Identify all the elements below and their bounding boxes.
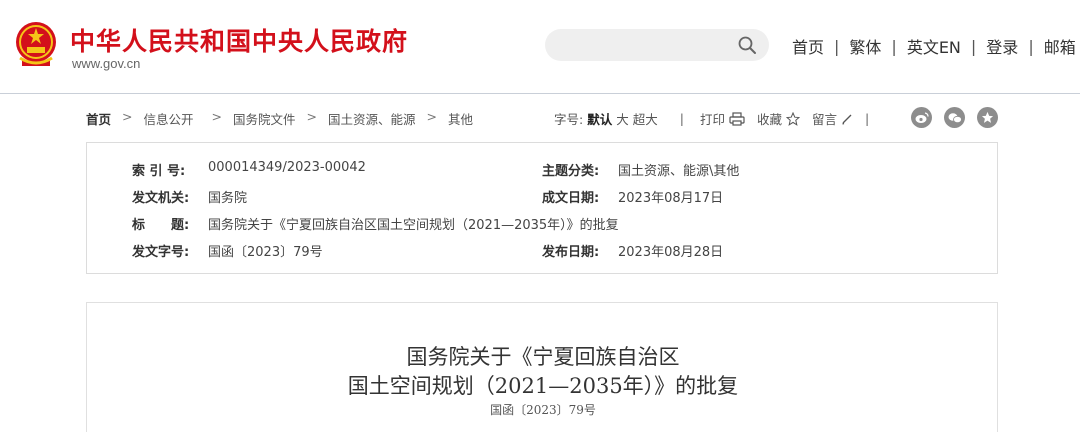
print-button[interactable]: 打印 [700,109,745,128]
title-label: 标 题: [132,218,190,233]
category-label: 主题分类: [542,164,600,179]
printer-icon [729,111,745,126]
info-date-written-row: 成文日期: 2023年08月17日 [542,187,723,206]
info-doc-no-row: 发文字号: 国函〔2023〕79号 [132,241,323,260]
article-title-line-1: 国务院关于《宁夏回族自治区 [406,345,680,369]
breadcrumb-info-public[interactable]: 信息公开 [144,109,194,128]
national-emblem-icon[interactable] [14,20,58,70]
tool-separator: | [865,111,870,126]
nav-separator: | [834,36,840,56]
nav-separator: | [1028,36,1034,56]
info-issuer-row: 发文机关: 国务院 [132,187,247,206]
issuer-label: 发文机关: [132,191,190,206]
breadcrumb-land-energy[interactable]: 国土资源、能源 [328,109,416,128]
font-size-default[interactable]: 默认 [587,109,612,128]
breadcrumb-home[interactable]: 首页 [86,109,111,128]
social-share [911,107,1010,128]
info-index-row: 索 引 号: 000014349/2023-00042 [132,160,366,179]
breadcrumb-other[interactable]: 其他 [448,109,473,128]
site-header: 中华人民共和国中央人民政府 www.gov.cn 首页 | 繁体 | 英文EN … [0,0,1080,94]
publish-label: 发布日期: [542,245,600,260]
index-value: 000014349/2023-00042 [208,160,366,175]
font-size-label: 字号: [554,112,584,127]
page-tools: 字号: 默认 大 超大 | 打印 收藏 留言 | [554,109,887,128]
index-label: 索 引 号: [132,164,186,179]
star-outline-icon [786,111,801,126]
chevron-right-icon: > [306,109,317,124]
nav-english[interactable]: 英文EN [907,34,961,58]
site-title[interactable]: 中华人民共和国中央人民政府 [70,22,408,58]
date-written-value: 2023年08月17日 [618,191,724,206]
search-icon[interactable] [737,35,757,55]
publish-value: 2023年08月28日 [618,245,724,260]
doc-no-label: 发文字号: [132,245,190,260]
top-nav: 首页 | 繁体 | 英文EN | 登录 | 邮箱 [792,34,1076,58]
site-domain: www.gov.cn [72,56,141,71]
date-written-label: 成文日期: [542,191,600,206]
favorite-button[interactable]: 收藏 [757,109,801,128]
doc-no-value: 国函〔2023〕79号 [208,245,323,260]
search-input[interactable] [559,35,729,55]
weibo-icon[interactable] [911,107,932,128]
breadcrumb: 首页 > 信息公开 > 国务院文件 > 国土资源、能源 > 其他 [86,109,473,128]
info-category-row: 主题分类: 国土资源、能源\其他 [542,160,739,179]
star-icon[interactable] [977,107,998,128]
favorite-label: 收藏 [757,112,783,127]
breadcrumb-state-council-docs[interactable]: 国务院文件 [233,109,296,128]
tool-separator: | [679,111,684,126]
category-value: 国土资源、能源\其他 [618,164,740,179]
info-publish-row: 发布日期: 2023年08月28日 [542,241,723,260]
nav-mail[interactable]: 邮箱 [1044,34,1076,58]
print-label: 打印 [699,112,725,127]
search-box[interactable] [545,29,769,61]
nav-traditional[interactable]: 繁体 [849,34,881,58]
nav-home[interactable]: 首页 [792,34,824,58]
nav-separator: | [970,36,977,56]
article-doc-number: 国函〔2023〕79号 [490,403,596,417]
font-size-xlarge[interactable]: 超大 [633,109,658,128]
issuer-value: 国务院 [208,191,248,206]
nav-login[interactable]: 登录 [986,34,1018,58]
wechat-icon[interactable] [944,107,965,128]
chevron-right-icon: > [426,109,437,124]
comment-label: 留言 [812,112,838,127]
comment-button[interactable]: 留言 [812,109,853,128]
document-info-box: 索 引 号: 000014349/2023-00042 主题分类: 国土资源、能… [86,142,998,274]
title-value: 国务院关于《宁夏回族自治区国土空间规划（2021—2035年）》的批复 [208,218,619,233]
nav-separator: | [891,36,897,56]
font-size-large[interactable]: 大 [616,109,629,128]
article-title-line-2: 国土空间规划（2021—2035年）》的批复 [347,374,739,398]
article-body: 国务院关于《宁夏回族自治区 国土空间规划（2021—2035年）》的批复 国函〔… [86,302,998,432]
chevron-right-icon: > [122,109,133,124]
pencil-icon [842,114,852,125]
chevron-right-icon: > [211,109,222,124]
info-title-row: 标 题: 国务院关于《宁夏回族自治区国土空间规划（2021—2035年）》的批复 [132,214,619,233]
